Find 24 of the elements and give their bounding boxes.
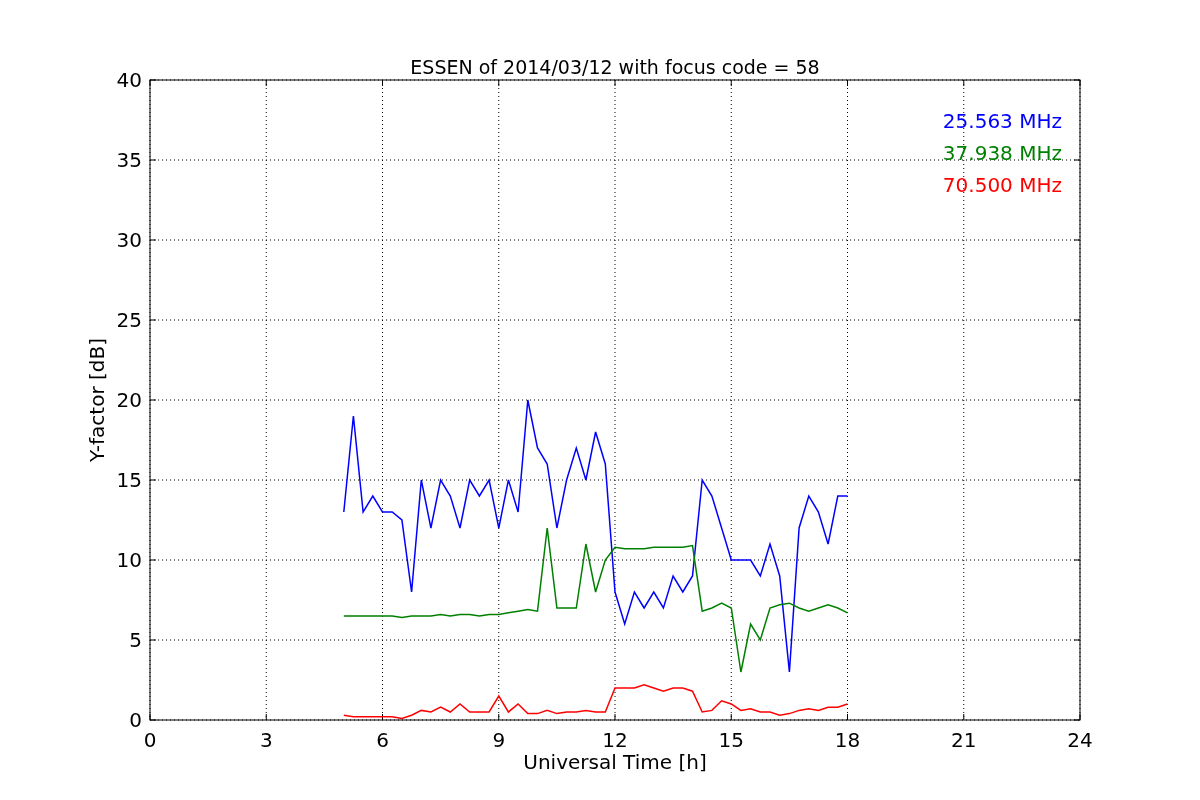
x-tick-label: 15 xyxy=(718,728,744,752)
y-tick-label: 20 xyxy=(116,388,142,412)
y-tick-label: 15 xyxy=(116,468,142,492)
x-tick-label: 12 xyxy=(602,728,628,752)
y-tick-label: 10 xyxy=(116,548,142,572)
y-tick-label: 25 xyxy=(116,308,142,332)
y-axis-label: Y-factor [dB] xyxy=(85,338,109,462)
x-tick-label: 24 xyxy=(1067,728,1093,752)
x-tick-label: 0 xyxy=(143,728,157,752)
x-tick-label: 21 xyxy=(951,728,977,752)
legend-label: 25.563 MHz xyxy=(942,109,1062,133)
y-tick-label: 30 xyxy=(116,228,142,252)
y-tick-label: 40 xyxy=(116,68,142,92)
legend-label: 70.500 MHz xyxy=(942,173,1062,197)
x-tick-label: 18 xyxy=(834,728,861,752)
x-axis-label: Universal Time [h] xyxy=(523,750,707,774)
chart-title: ESSEN of 2014/03/12 with focus code = 58 xyxy=(410,56,820,78)
x-tick-label: 3 xyxy=(259,728,273,752)
y-tick-label: 35 xyxy=(116,148,142,172)
legend-label: 37.938 MHz xyxy=(942,141,1062,165)
y-tick-label: 0 xyxy=(129,708,142,732)
y-tick-label: 5 xyxy=(129,628,142,652)
x-tick-label: 6 xyxy=(376,728,389,752)
x-tick-label: 9 xyxy=(492,728,506,752)
